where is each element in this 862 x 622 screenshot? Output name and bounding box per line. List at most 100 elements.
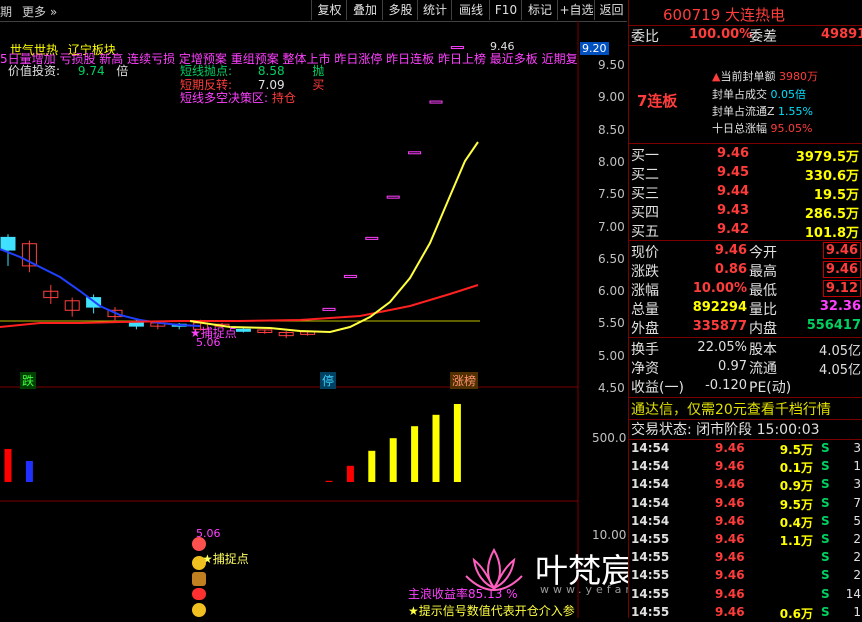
- commission-diff-label: 委差: [749, 29, 777, 45]
- bid-volume: 19.5万: [813, 188, 859, 203]
- toolbar-button-3[interactable]: 统计: [417, 0, 452, 20]
- toolbar-button-1[interactable]: 叠加: [346, 0, 383, 20]
- bid-volume: 286.5万: [804, 207, 859, 222]
- face-icon: [192, 556, 206, 570]
- toolbar-button-8[interactable]: 返回: [594, 0, 628, 20]
- limit-streak: 7连板: [637, 92, 678, 110]
- bid-label: 买二: [631, 167, 659, 183]
- tick-side: S: [821, 459, 830, 474]
- volume-bar: [25, 461, 33, 482]
- trade-status: 交易状态: 闭市阶段 15:00:03: [631, 422, 820, 438]
- tick-volume: 0.1万: [779, 461, 813, 476]
- marker-stop: 停: [320, 372, 337, 389]
- tick-volume: 0.6万: [779, 606, 813, 621]
- level2-promo-link[interactable]: 通达信，仅需20元查看千档行情: [631, 399, 831, 419]
- more-label: 更多: [22, 5, 47, 19]
- volume-bar: [368, 450, 376, 482]
- commission-diff-value: 49891: [821, 27, 862, 42]
- quote-value: 9.46: [714, 243, 747, 258]
- fin-label: 净资: [631, 361, 659, 377]
- fin-value: 0.97: [718, 359, 747, 374]
- tick-volume: 0.9万: [779, 479, 813, 494]
- quote-label: 最低: [749, 283, 777, 299]
- quote-value: 0.86: [714, 262, 747, 277]
- seal-amount-value: 3980万: [778, 70, 818, 83]
- quote-label: 现价: [631, 245, 659, 261]
- kline-chart[interactable]: [0, 21, 627, 618]
- face-icon: [192, 603, 206, 617]
- fin-value: 4.05亿: [819, 344, 861, 359]
- value-invest-label: 价值投资:: [8, 64, 61, 78]
- price-axis-tick: 7.00: [598, 219, 625, 234]
- toolbar-button-2[interactable]: 多股: [382, 0, 418, 20]
- tick-count: 7: [853, 495, 861, 510]
- low-price-label: 5.06: [196, 336, 221, 349]
- value-invest-unit: 倍: [116, 64, 129, 78]
- face-icon: [192, 537, 206, 551]
- toolbar-button-0[interactable]: 复权: [311, 0, 347, 20]
- price-axis-tick: 8.00: [598, 154, 625, 169]
- tick-price: 9.46: [715, 513, 745, 528]
- quote-value: 9.46: [822, 261, 861, 278]
- toolbar-button-5[interactable]: F10: [489, 0, 522, 20]
- quote-label: 最高: [749, 264, 777, 280]
- ma-line-blue: [0, 248, 201, 327]
- fin-label: PE(动): [749, 380, 792, 396]
- fin-label: 换手: [631, 342, 659, 358]
- toolbar-button-7[interactable]: +自选: [557, 0, 595, 20]
- volume-bar: [411, 426, 419, 482]
- quote-label: 涨幅: [631, 283, 659, 299]
- price-axis-tick: 5.50: [598, 316, 625, 331]
- decision-value: 持仓: [271, 91, 296, 105]
- tick-count: 2: [853, 568, 861, 583]
- volume-bar: [453, 404, 461, 482]
- volume-axis-label: 500.0: [592, 431, 627, 445]
- price-axis-tick: 7.50: [598, 187, 625, 202]
- tick-time: 14:55: [631, 568, 670, 583]
- volume-bar: [432, 414, 440, 482]
- fin-value: 4.05亿: [819, 363, 861, 378]
- toolbar-button-4[interactable]: 画线: [451, 0, 490, 20]
- more-menu[interactable]: 更多 »: [22, 3, 57, 20]
- candle: [429, 100, 443, 104]
- volume-bar: [4, 449, 12, 482]
- tick-price: 9.46: [715, 568, 745, 583]
- tick-side: S: [821, 604, 830, 619]
- bid-price: 9.43: [717, 203, 750, 218]
- tick-price: 9.46: [715, 459, 745, 474]
- tick-side: S: [821, 477, 830, 492]
- bid-price: 9.42: [717, 222, 750, 237]
- tick-volume: 0.4万: [779, 515, 813, 530]
- commission-ratio-label: 委比: [631, 29, 659, 45]
- price-axis-tick: 9.00: [598, 90, 625, 105]
- quote-value: 32.36: [819, 299, 861, 314]
- price-axis-tick: 5.00: [598, 348, 625, 363]
- tick-count: 1: [853, 459, 861, 474]
- quote-value: 9.46: [822, 242, 861, 259]
- quote-label: 外盘: [631, 321, 659, 337]
- quote-label: 内盘: [749, 321, 777, 337]
- toolbar-button-6[interactable]: 标记: [521, 0, 558, 20]
- seal-float-value: 1.55%: [778, 105, 813, 118]
- bid-label: 买一: [631, 148, 659, 164]
- bid-label: 买五: [631, 224, 659, 240]
- bid-volume: 101.8万: [804, 226, 859, 241]
- bid-label: 买四: [631, 205, 659, 221]
- fin-value: 22.05%: [697, 340, 747, 355]
- price-axis-tick: 9.50: [598, 58, 625, 72]
- tick-side: S: [821, 441, 830, 455]
- fin-value: -0.120: [705, 378, 747, 393]
- bid-volume: 330.6万: [804, 169, 859, 184]
- lotus-logo-icon: [465, 547, 523, 592]
- period-label[interactable]: 期: [0, 3, 12, 20]
- quote-label: 量比: [749, 302, 777, 318]
- stock-name: 大连热电: [725, 6, 786, 24]
- bid-label: 买三: [631, 186, 659, 202]
- quote-panel: 600719 大连热电 委比 100.00% 委差 49891 7连板 ▲当前封…: [628, 0, 862, 621]
- tick-time: 14:54: [631, 441, 670, 455]
- money-bag-icon: [192, 572, 206, 586]
- bid-price: 9.45: [717, 165, 750, 180]
- tick-time: 14:54: [631, 513, 670, 528]
- volume-bar: [346, 465, 354, 482]
- fin-label: 流通: [749, 361, 777, 377]
